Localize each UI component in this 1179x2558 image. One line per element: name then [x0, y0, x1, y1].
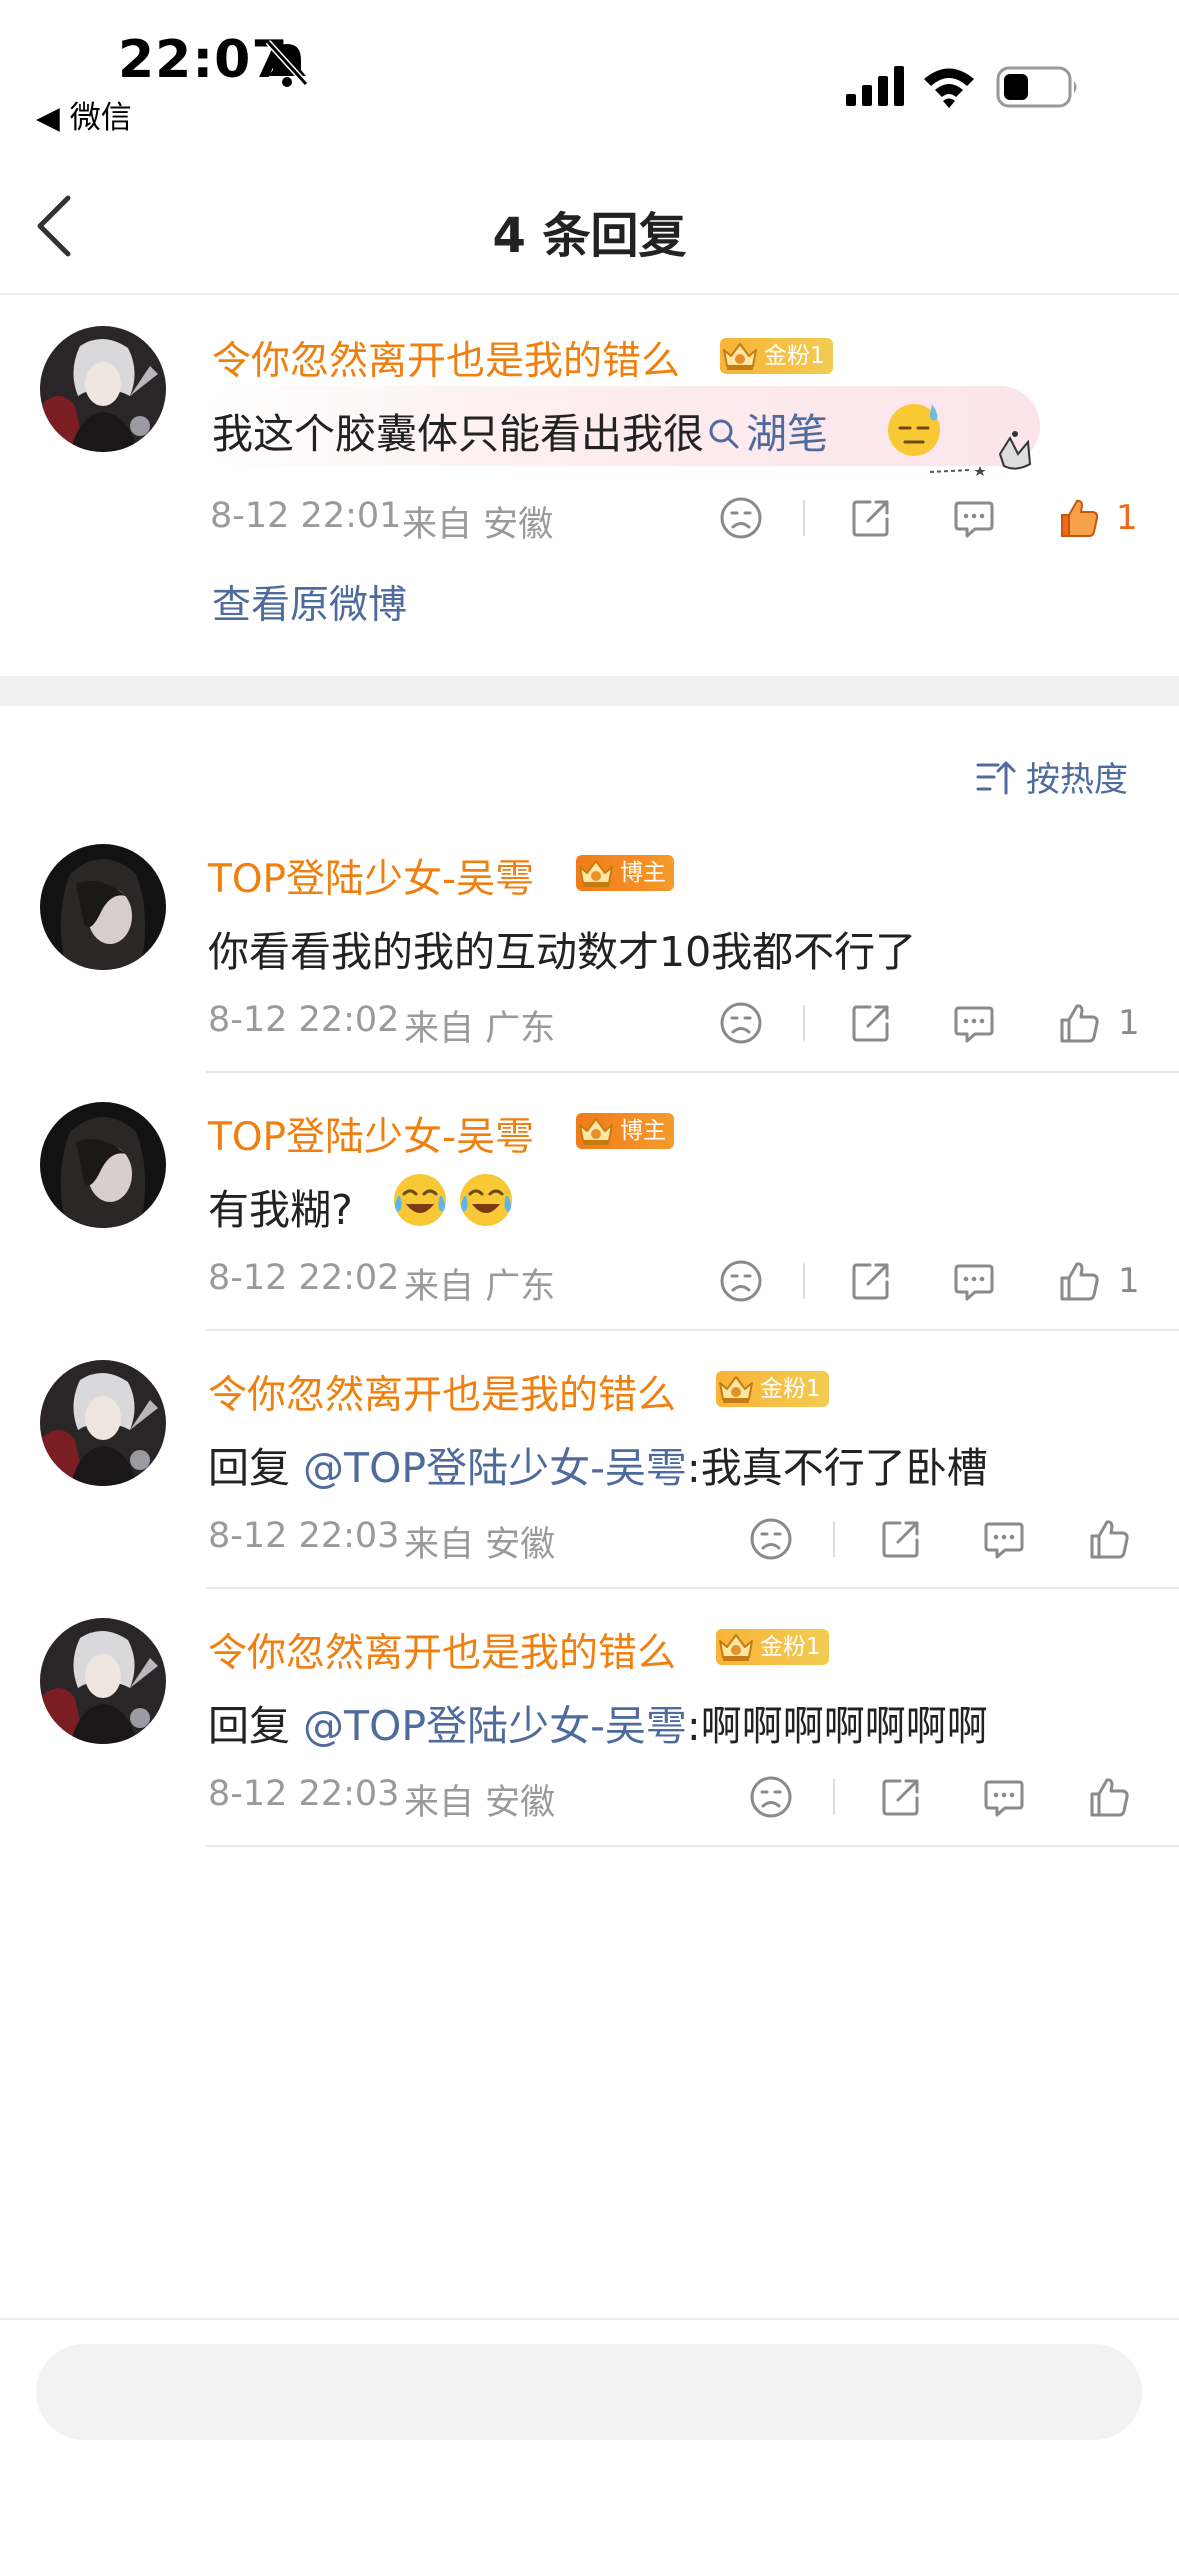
- fan-badge[interactable]: 金粉1: [720, 338, 833, 374]
- avatar[interactable]: [40, 1102, 166, 1228]
- avatar[interactable]: [40, 326, 166, 452]
- sort-icon: [976, 761, 1016, 794]
- signal-icon: [846, 66, 904, 106]
- comment-text: 回复 @TOP登陆少女-吴雩:我真不行了卧槽: [208, 1434, 988, 1494]
- section-divider: [0, 676, 1179, 706]
- dislike-face-icon[interactable]: [718, 1000, 764, 1046]
- location: 来自 广东: [404, 1267, 556, 1307]
- timestamp: 8-12 22:03: [208, 1774, 400, 1814]
- reply-body: :我真不行了卧槽: [686, 1444, 988, 1492]
- search-link[interactable]: 湖笔: [704, 410, 828, 458]
- dislike-face-icon[interactable]: [718, 1258, 764, 1304]
- wifi-icon: [924, 68, 974, 108]
- location: 来自 广东: [404, 1009, 556, 1049]
- bell-slash-icon: [265, 39, 309, 87]
- comment-icon[interactable]: [951, 495, 997, 541]
- share-icon[interactable]: [878, 1774, 924, 1820]
- sort-button[interactable]: 按热度: [976, 752, 1128, 801]
- dislike-face-icon[interactable]: [718, 495, 764, 541]
- crown-icon: [576, 855, 616, 891]
- separator: [803, 1263, 805, 1299]
- comment-icon[interactable]: [981, 1516, 1027, 1562]
- host-badge[interactable]: 博主: [576, 855, 674, 891]
- reply-body: :啊啊啊啊啊啊啊: [686, 1702, 988, 1750]
- divider: [206, 1071, 1179, 1073]
- separator: [803, 500, 805, 536]
- status-time: 22:07: [118, 30, 289, 90]
- fan-badge[interactable]: 金粉1: [716, 1629, 829, 1665]
- like-count: 1: [1118, 1261, 1140, 1301]
- sort-label: 按热度: [1026, 760, 1128, 800]
- separator: [833, 1779, 835, 1815]
- username[interactable]: 令你忽然离开也是我的错么: [208, 1364, 676, 1420]
- thumb-up-icon[interactable]: [1086, 1774, 1132, 1820]
- laugh-cry-emoji-icon: [394, 1174, 446, 1226]
- location: 来自 安徽: [404, 1783, 556, 1823]
- dislike-face-icon[interactable]: [748, 1516, 794, 1562]
- thumb-up-icon[interactable]: [1056, 495, 1102, 541]
- badge-label: 博主: [620, 1118, 666, 1144]
- username[interactable]: TOP登陆少女-吴雩: [208, 848, 534, 904]
- dislike-face-icon[interactable]: [748, 1774, 794, 1820]
- share-icon[interactable]: [848, 1258, 894, 1304]
- divider: [206, 1587, 1179, 1589]
- divider: [206, 1329, 1179, 1331]
- host-badge[interactable]: 博主: [576, 1113, 674, 1149]
- location: 来自 安徽: [402, 505, 554, 545]
- comment-text: 有我糊?: [208, 1186, 353, 1234]
- comment-text: 你看看我的我的互动数才10我都不行了: [208, 928, 917, 976]
- crown-icon: [716, 1371, 756, 1407]
- like-count: 1: [1118, 1003, 1140, 1043]
- battery-icon: [996, 66, 1077, 108]
- laugh-cry-emoji-icon: [460, 1174, 512, 1226]
- username[interactable]: TOP登陆少女-吴雩: [208, 1106, 534, 1162]
- search-term: 湖笔: [746, 410, 828, 458]
- search-icon: [709, 419, 739, 449]
- comment-icon[interactable]: [951, 1258, 997, 1304]
- thumb-up-icon[interactable]: [1056, 1000, 1102, 1046]
- back-to-wechat-link[interactable]: ◀ 微信: [36, 92, 132, 137]
- timestamp: 8-12 22:01: [210, 496, 402, 536]
- thumb-up-icon[interactable]: [1086, 1516, 1132, 1562]
- badge-label: 金粉1: [760, 1634, 821, 1660]
- avatar[interactable]: [40, 1618, 166, 1744]
- separator: [803, 1005, 805, 1041]
- share-icon[interactable]: [848, 495, 894, 541]
- share-icon[interactable]: [878, 1516, 924, 1562]
- thumb-up-icon[interactable]: [1056, 1258, 1102, 1304]
- username[interactable]: 令你忽然离开也是我的错么: [212, 330, 680, 386]
- comment-icon[interactable]: [951, 1000, 997, 1046]
- fan-badge[interactable]: 金粉1: [716, 1371, 829, 1407]
- badge-label: 金粉1: [760, 1376, 821, 1402]
- mention-link[interactable]: @TOP登陆少女-吴雩: [303, 1444, 687, 1492]
- separator: [833, 1521, 835, 1557]
- timestamp: 8-12 22:03: [208, 1516, 400, 1556]
- reply-input[interactable]: [36, 2344, 1142, 2440]
- reply-prefix: 回复: [208, 1444, 304, 1492]
- username[interactable]: 令你忽然离开也是我的错么: [208, 1622, 676, 1678]
- mention-link[interactable]: @TOP登陆少女-吴雩: [303, 1702, 687, 1750]
- timestamp: 8-12 22:02: [208, 1000, 400, 1040]
- badge-label: 博主: [620, 860, 666, 886]
- crown-icon: [576, 1113, 616, 1149]
- crown-icon: [716, 1629, 756, 1665]
- comment-icon[interactable]: [981, 1774, 1027, 1820]
- avatar[interactable]: [40, 1360, 166, 1486]
- reply-prefix: 回复: [208, 1702, 304, 1750]
- like-count: 1: [1116, 498, 1138, 538]
- divider: [206, 1845, 1179, 1847]
- avatar[interactable]: [40, 844, 166, 970]
- location: 来自 安徽: [404, 1525, 556, 1565]
- comment-text: 回复 @TOP登陆少女-吴雩:啊啊啊啊啊啊啊: [208, 1692, 988, 1752]
- badge-label: 金粉1: [764, 343, 825, 369]
- comment-text-body: 我这个胶囊体只能看出我很: [212, 410, 704, 458]
- timestamp: 8-12 22:02: [208, 1258, 400, 1298]
- share-icon[interactable]: [848, 1000, 894, 1046]
- view-original-link[interactable]: 查看原微博: [212, 574, 407, 630]
- crown-icon: [720, 338, 760, 374]
- comment-text: 我这个胶囊体只能看出我很 湖笔: [212, 400, 828, 460]
- page-title: 4 条回复: [492, 208, 687, 264]
- crown-sticker-icon: [930, 431, 1032, 476]
